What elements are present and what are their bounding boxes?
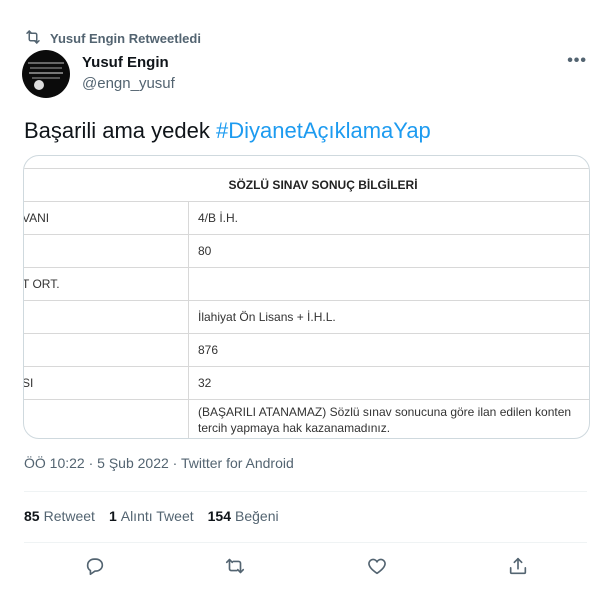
- media-row-label: [24, 400, 189, 438]
- likes-stat[interactable]: 154 Beğeni: [208, 508, 279, 524]
- tweet-text-plain: Başarili ama yedek: [24, 118, 216, 143]
- retweet-header[interactable]: Yusuf Engin Retweetledi: [24, 28, 201, 48]
- divider: [24, 542, 587, 543]
- media-row-value: İlahiyat Ön Lisans + İ.H.L.: [198, 310, 336, 324]
- media-row-label: SI: [24, 367, 189, 399]
- more-icon[interactable]: •••: [567, 52, 587, 70]
- media-title: SÖZLÜ SINAV SONUÇ BİLGİLERİ: [24, 168, 589, 202]
- media-row-value: 32: [198, 376, 212, 390]
- tweet-actions: [24, 555, 587, 579]
- media-row-value: 80: [198, 244, 212, 258]
- media-row-label: [24, 301, 189, 333]
- quotes-count: 1: [108, 508, 117, 524]
- retweets-label: Retweet: [43, 508, 95, 524]
- media-row-label: VANI: [24, 202, 189, 234]
- media-row: (BAŞARILI ATANAMAZ) Sözlü sınav sonucuna…: [24, 400, 589, 438]
- retweets-count: 85: [24, 508, 40, 524]
- like-icon[interactable]: [366, 555, 390, 579]
- retweet-button-icon[interactable]: [224, 555, 248, 579]
- tweet-text: Başarili ama yedek #DiyanetAçıklamaYap: [24, 118, 431, 144]
- media-row: SI 32: [24, 367, 589, 400]
- media-row-label: [24, 235, 189, 267]
- media-row-value: 4/B İ.H.: [198, 211, 239, 225]
- media-row: T ORT.: [24, 268, 589, 301]
- retweet-header-text: Yusuf Engin Retweetledi: [50, 30, 201, 46]
- media-row: VANI 4/B İ.H.: [24, 202, 589, 235]
- tweet-stats: 85 Retweet 1 Alıntı Tweet 154 Beğeni: [24, 508, 279, 524]
- quotes-label: Alıntı Tweet: [120, 508, 194, 524]
- divider: [24, 491, 587, 492]
- media-row: 80: [24, 235, 589, 268]
- media-row-value: (BAŞARILI ATANAMAZ) Sözlü sınav sonucuna…: [198, 404, 571, 436]
- retweets-stat[interactable]: 85 Retweet: [24, 508, 95, 524]
- retweet-icon: [24, 28, 42, 49]
- hashtag-link[interactable]: #DiyanetAçıklamaYap: [216, 118, 431, 143]
- likes-count: 154: [207, 508, 231, 524]
- media-row-label: [24, 334, 189, 366]
- media-row-value-line: tercih yapmaya hak kazanamadınız.: [198, 421, 391, 435]
- author-name[interactable]: Yusuf Engin: [82, 54, 169, 71]
- likes-label: Beğeni: [235, 508, 279, 524]
- avatar[interactable]: [22, 50, 70, 98]
- reply-icon[interactable]: [84, 555, 108, 579]
- media-row-value: 876: [198, 343, 219, 357]
- share-icon[interactable]: [507, 555, 531, 579]
- media-row: İlahiyat Ön Lisans + İ.H.L.: [24, 301, 589, 334]
- tweet-media-image[interactable]: SÖZLÜ SINAV SONUÇ BİLGİLERİ VANI 4/B İ.H…: [23, 155, 590, 439]
- quotes-stat[interactable]: 1 Alıntı Tweet: [109, 508, 194, 524]
- media-row-value-line: (BAŞARILI ATANAMAZ) Sözlü sınav sonucuna…: [198, 405, 572, 419]
- media-row-label: T ORT.: [24, 268, 189, 300]
- tweet-meta[interactable]: ÖÖ 10:22 · 5 Şub 2022 · Twitter for Andr…: [24, 455, 294, 471]
- media-row: 876: [24, 334, 589, 367]
- author-handle[interactable]: @engn_yusuf: [82, 75, 175, 92]
